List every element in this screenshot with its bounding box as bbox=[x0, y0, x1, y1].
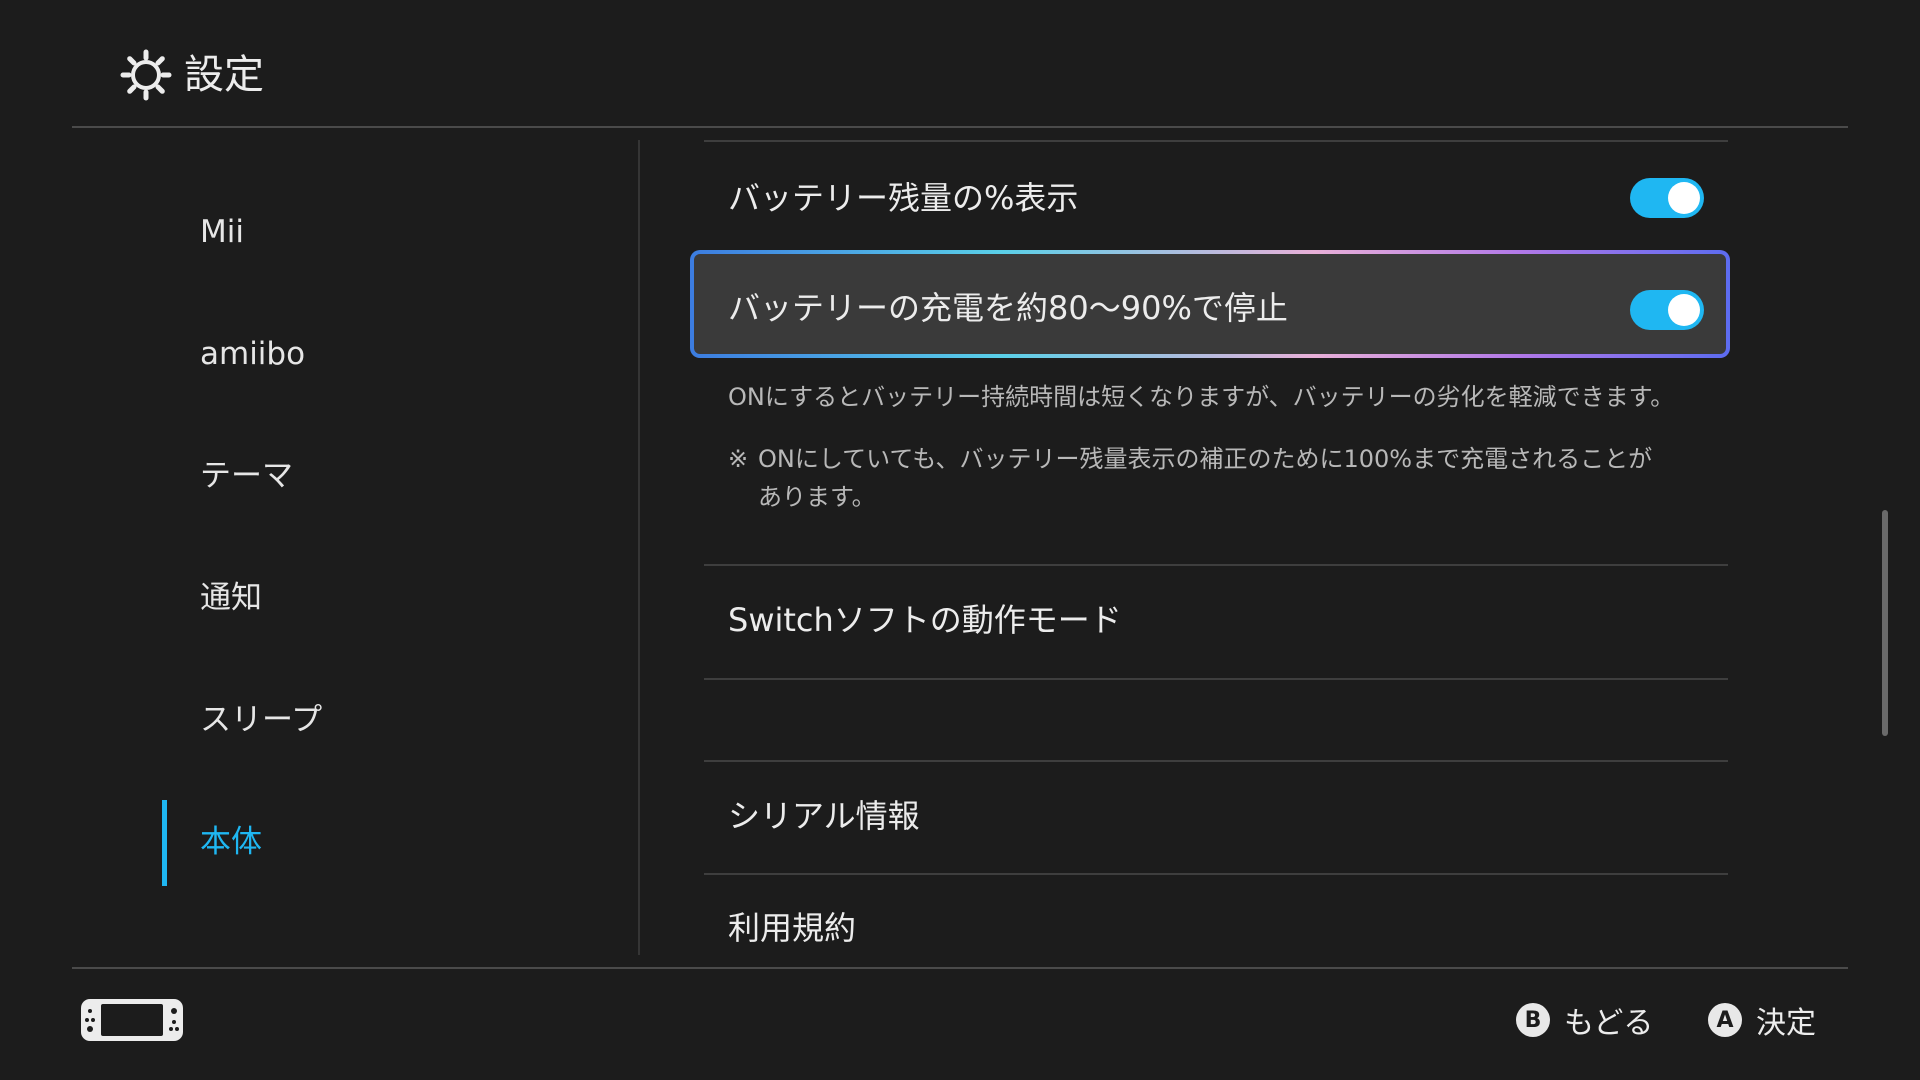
charge-limit-description: ONにするとバッテリー持続時間は短くなりますが、バッテリーの劣化を軽減できます。 bbox=[728, 383, 1675, 411]
back-label: もどる bbox=[1564, 1006, 1654, 1041]
back-hint[interactable]: B もどる bbox=[1516, 998, 1653, 1042]
switch-soft-mode-item[interactable]: Switchソフトの動作モード bbox=[728, 598, 1122, 642]
sidebar-item-theme[interactable]: テーマ bbox=[200, 436, 293, 516]
charge-limit-note: ONにしていても、バッテリー残量表示の補正のために100%まで充電されることが … bbox=[758, 445, 1653, 511]
sidebar-item-system[interactable]: 本体 bbox=[200, 802, 262, 882]
sidebar-divider bbox=[638, 140, 640, 955]
settings-screen: 設定 Mii amiibo テーマ 通知 スリープ 本体 バッテリー残量の%表示… bbox=[0, 0, 1920, 1080]
row-divider bbox=[704, 760, 1728, 762]
switch-console-icon bbox=[81, 999, 183, 1041]
battery-percent-label[interactable]: バッテリー残量の%表示 bbox=[728, 176, 1078, 220]
sidebar-item-sleep[interactable]: スリープ bbox=[200, 680, 322, 760]
battery-charge-limit-label: バッテリーの充電を約80〜90%で停止 bbox=[728, 289, 1288, 327]
confirm-label: 決定 bbox=[1756, 1006, 1816, 1041]
row-divider bbox=[704, 678, 1728, 680]
footer-divider bbox=[72, 967, 1848, 969]
sidebar-active-indicator bbox=[162, 800, 167, 886]
row-divider bbox=[704, 140, 1728, 142]
row-divider bbox=[704, 873, 1728, 875]
sidebar: Mii amiibo テーマ 通知 スリープ 本体 bbox=[0, 140, 640, 960]
toggle-knob bbox=[1668, 182, 1700, 214]
battery-percent-toggle[interactable] bbox=[1630, 178, 1704, 218]
gear-icon bbox=[120, 49, 172, 101]
sidebar-item-amiibo[interactable]: amiibo bbox=[200, 314, 305, 394]
serial-info-item[interactable]: シリアル情報 bbox=[728, 794, 920, 838]
toggle-knob bbox=[1668, 294, 1700, 326]
settings-list: バッテリー残量の%表示 バッテリーの充電を約80〜90%で停止 ONにするとバッ… bbox=[694, 140, 1730, 955]
sidebar-item-mii[interactable]: Mii bbox=[200, 192, 244, 272]
header: 設定 bbox=[0, 0, 1920, 127]
page-title: 設定 bbox=[184, 52, 264, 98]
battery-charge-limit-toggle[interactable] bbox=[1630, 290, 1704, 330]
confirm-hint[interactable]: A 決定 bbox=[1708, 998, 1816, 1042]
row-divider bbox=[704, 564, 1728, 566]
note-mark: ※ bbox=[728, 445, 749, 473]
scrollbar[interactable] bbox=[1882, 510, 1888, 736]
a-button-icon: A bbox=[1708, 1003, 1742, 1037]
header-divider bbox=[72, 126, 1848, 128]
b-button-icon: B bbox=[1516, 1003, 1550, 1037]
terms-item[interactable]: 利用規約 bbox=[728, 906, 856, 950]
sidebar-item-notifications[interactable]: 通知 bbox=[200, 558, 262, 638]
